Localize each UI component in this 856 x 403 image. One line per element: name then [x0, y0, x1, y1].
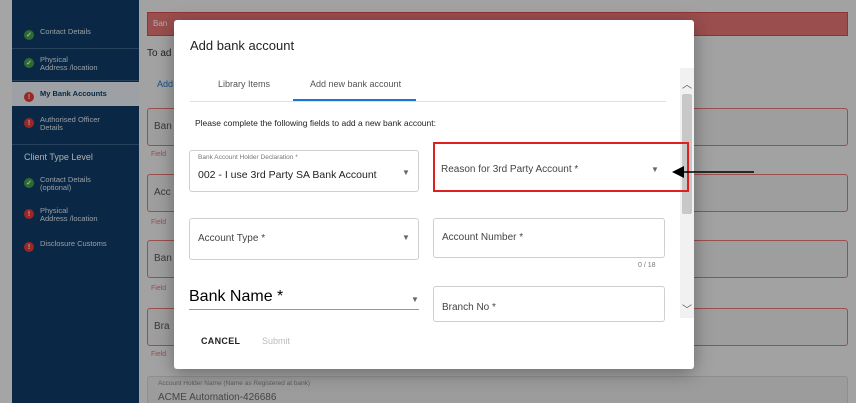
tab-library-items[interactable]: Library Items: [218, 79, 270, 89]
dialog-instruction: Please complete the following fields to …: [195, 118, 436, 128]
caret-down-icon: ▼: [411, 295, 419, 304]
account-number-counter: 0 / 18: [638, 262, 656, 269]
tab-add-new-bank-account[interactable]: Add new bank account: [310, 79, 401, 89]
highlight-box: [433, 142, 689, 192]
bank-name-select[interactable]: Bank Name * ▼: [189, 288, 419, 310]
dialog-tabs: Library Items Add new bank account: [190, 70, 666, 102]
add-bank-account-dialog: Add bank account Library Items Add new b…: [174, 20, 694, 369]
declaration-value: 002 - I use 3rd Party SA Bank Account: [198, 169, 377, 181]
dialog-scrollbar[interactable]: ︿ ﹀: [680, 68, 694, 318]
caret-down-icon: ▼: [402, 168, 410, 177]
chevron-up-icon[interactable]: ︿: [682, 76, 692, 91]
cancel-button[interactable]: CANCEL: [201, 336, 240, 346]
bank-name-placeholder: Bank Name *: [189, 288, 284, 305]
dialog-title: Add bank account: [190, 38, 295, 53]
account-type-select[interactable]: Account Type * ▼: [189, 218, 419, 260]
submit-button[interactable]: Submit: [262, 336, 290, 346]
branch-no-input[interactable]: Branch No *: [433, 286, 665, 322]
account-number-placeholder: Account Number *: [442, 232, 524, 243]
declaration-label: Bank Account Holder Declaration *: [198, 154, 298, 161]
branch-no-placeholder: Branch No *: [442, 302, 496, 313]
caret-down-icon: ▼: [402, 233, 410, 242]
bank-account-holder-declaration-select[interactable]: Bank Account Holder Declaration * 002 - …: [189, 150, 419, 192]
account-type-placeholder: Account Type *: [198, 233, 266, 244]
account-number-input[interactable]: Account Number *: [433, 218, 665, 258]
arrow-left-icon: [672, 166, 754, 178]
active-tab-indicator: [293, 99, 416, 101]
chevron-down-icon[interactable]: ﹀: [682, 301, 692, 316]
